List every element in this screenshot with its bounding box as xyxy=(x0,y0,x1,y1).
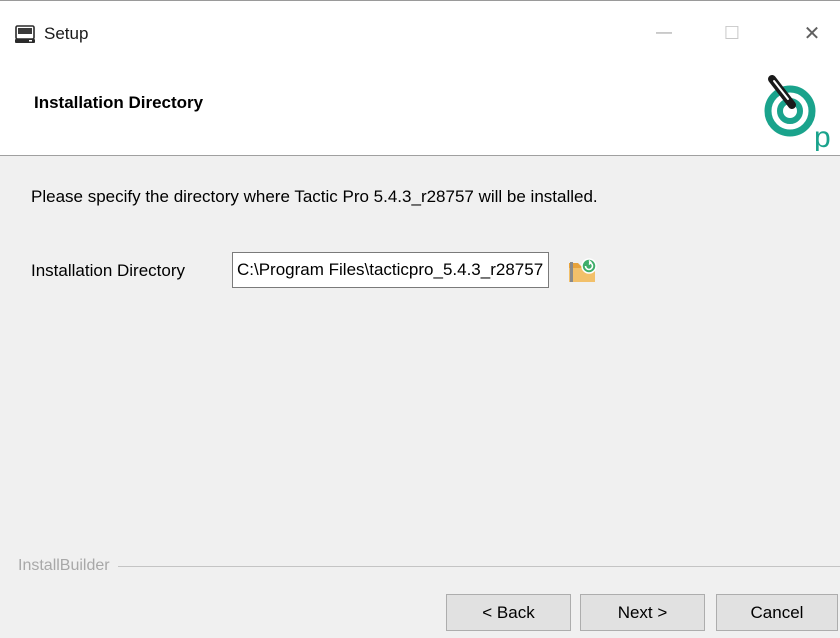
directory-label: Installation Directory xyxy=(31,261,186,280)
brand-separator: InstallBuilder xyxy=(18,557,840,577)
minimize-button[interactable]: — xyxy=(644,17,684,49)
page-header: Installation Directory p xyxy=(0,61,840,156)
page-title: Installation Directory xyxy=(34,93,204,112)
window-title: Setup xyxy=(44,24,89,43)
minimize-icon: — xyxy=(656,24,672,41)
close-button[interactable]: ✕ xyxy=(792,17,832,49)
tactic-pro-logo-icon: p xyxy=(764,75,831,151)
close-icon: ✕ xyxy=(803,22,821,45)
logo-letter: p xyxy=(814,121,831,151)
next-button[interactable]: Next > xyxy=(580,594,705,631)
maximize-icon: ☐ xyxy=(723,22,741,43)
cancel-button[interactable]: Cancel xyxy=(716,594,838,631)
title-bar[interactable]: Setup — ☐ ✕ xyxy=(0,1,840,61)
folder-browse-icon[interactable] xyxy=(566,257,600,285)
separator-rule xyxy=(18,566,840,567)
maximize-button[interactable]: ☐ xyxy=(712,17,752,49)
install-description: Please specify the directory where Tacti… xyxy=(31,187,598,206)
directory-input[interactable] xyxy=(232,252,549,288)
back-button[interactable]: < Back xyxy=(446,594,571,631)
installer-drive-icon xyxy=(15,25,35,43)
brand-label: InstallBuilder xyxy=(18,557,118,575)
setup-window: Setup — ☐ ✕ Installation Directory p Ple… xyxy=(0,0,840,638)
